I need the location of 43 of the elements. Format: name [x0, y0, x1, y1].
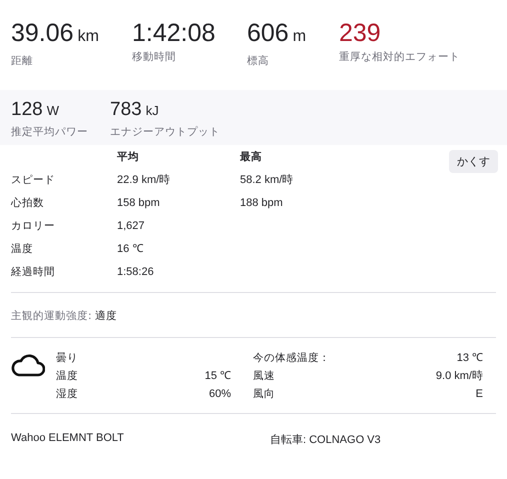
stat-label: 標高: [247, 54, 270, 69]
weather-value: 13 ℃: [456, 351, 483, 366]
hide-button[interactable]: かくす: [449, 150, 498, 173]
stat-label: エナジーアウトプット: [110, 125, 220, 140]
exertion-label: 主観的運動強度:: [11, 310, 92, 322]
weather-label: 今の体感温度：: [253, 351, 330, 366]
weather-label: 温度: [56, 369, 78, 384]
cloud-icon: [11, 352, 45, 378]
weather-value: 15 ℃: [204, 369, 231, 384]
stat-value: 606 m: [247, 18, 308, 49]
stat-value: 783 kJ: [110, 98, 160, 122]
weather-condition: 曇り: [56, 351, 79, 366]
stat-value: 39.06 km: [11, 18, 100, 49]
weather-label: 風向: [253, 387, 275, 402]
stat-label: 重厚な相対的エフォート: [339, 50, 461, 65]
stat-label: 推定平均パワー: [11, 125, 88, 140]
column-header: 最高: [240, 150, 263, 165]
exertion-value: 適度: [94, 310, 117, 322]
weather-value: 9.0 km/時: [436, 369, 483, 384]
table-cell-text: 16 ℃: [117, 242, 144, 257]
table-cell-text: 22.9 km/時: [117, 173, 172, 188]
column-header: 平均: [117, 150, 140, 165]
weather-value: E: [476, 387, 483, 402]
stat-value: 128 W: [11, 98, 60, 122]
device-name: Wahoo ELEMNT BOLT: [11, 432, 125, 446]
stat-value: 1:42:08: [132, 18, 216, 48]
weather-value: 60%: [208, 387, 231, 402]
table-cell-text: 58.2 km/時: [240, 173, 294, 188]
stat-label: 距離: [11, 54, 34, 69]
stat-label: 移動時間: [132, 50, 177, 65]
table-cell-text: 158 bpm: [117, 196, 161, 211]
table-cell-text: 188 bpm: [240, 196, 284, 211]
row-label: 経過時間: [11, 265, 56, 280]
table-cell-text: 1,627: [117, 219, 146, 234]
table-cell-text: 1:58:26: [117, 265, 155, 280]
weather-label: 湿度: [56, 387, 78, 402]
row-label: カロリー: [11, 219, 56, 234]
row-label: スピード: [11, 173, 56, 188]
bike-name: 自転車: COLNAGO V3: [270, 433, 381, 447]
stat-value: 239: [339, 18, 382, 48]
weather-label: 風速: [253, 369, 275, 384]
row-label: 心拍数: [11, 196, 45, 211]
row-label: 温度: [11, 242, 34, 257]
